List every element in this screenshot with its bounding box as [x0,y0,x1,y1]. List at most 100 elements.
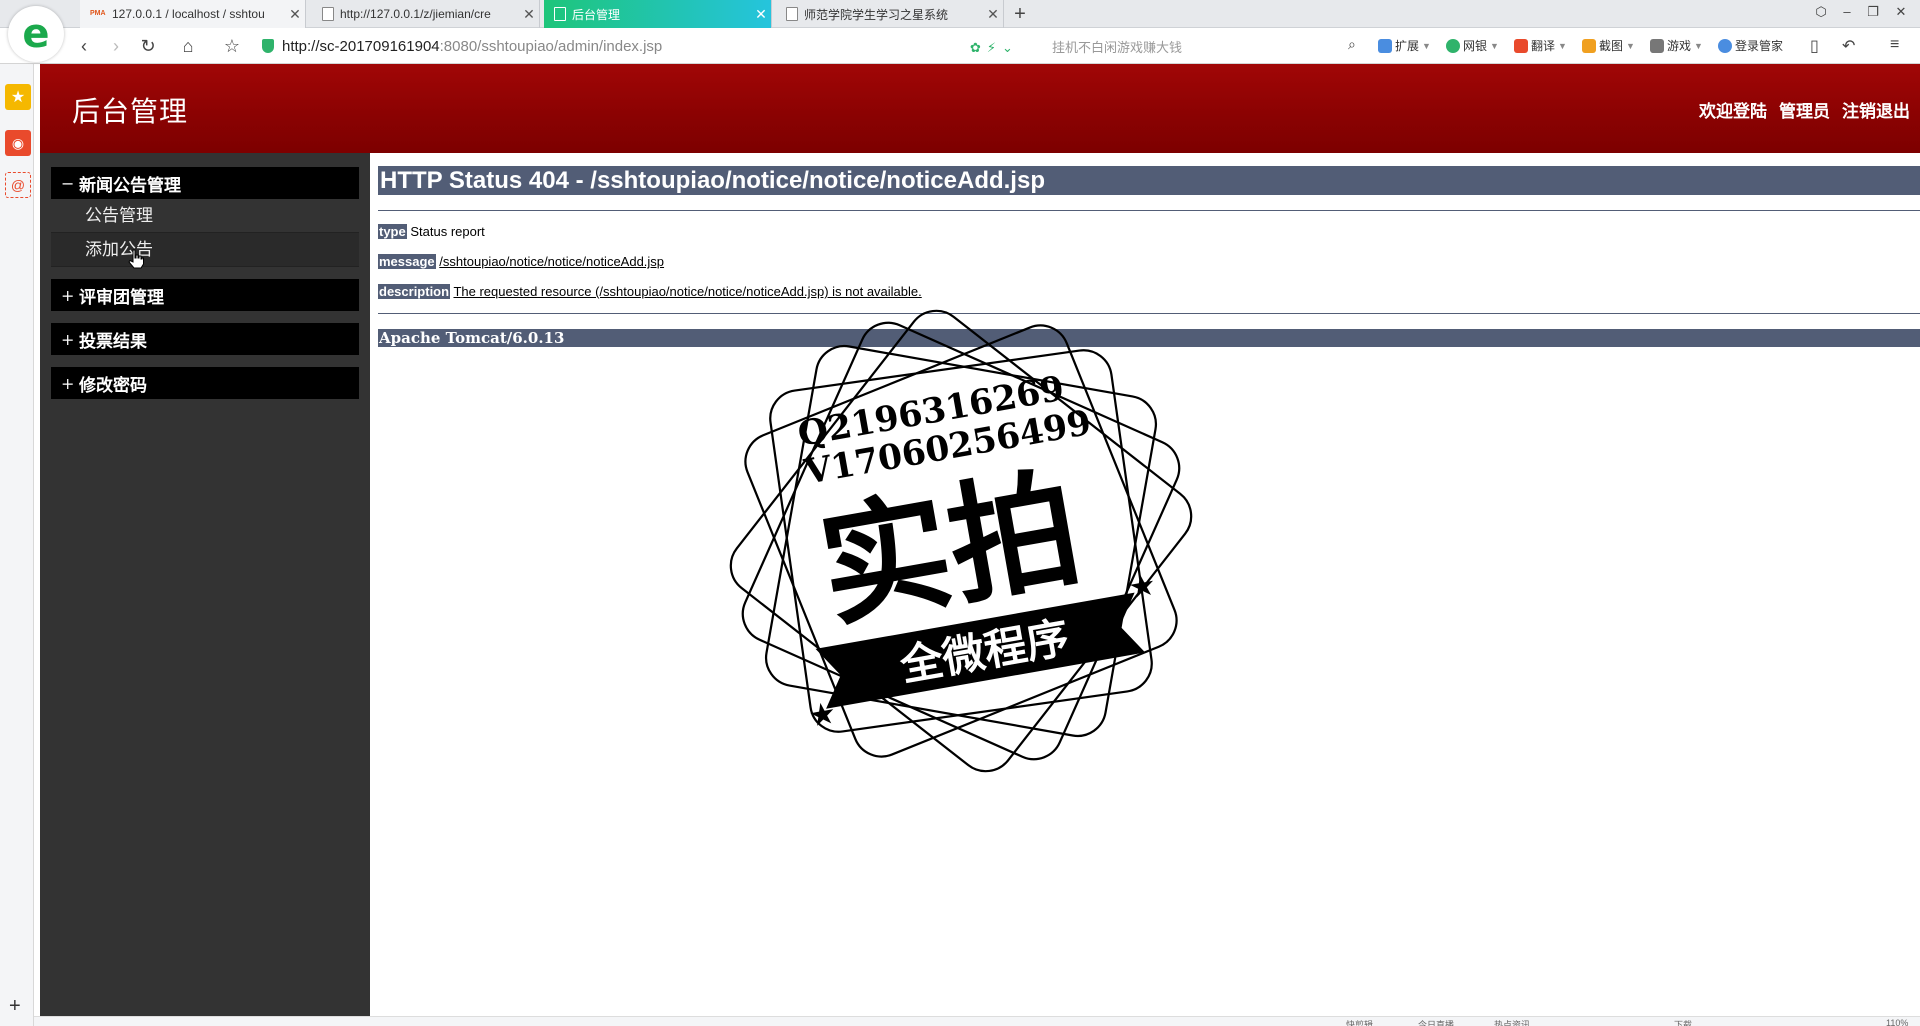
url-path: :8080/sshtoupiao/admin/index.jsp [439,37,663,55]
status-item-download[interactable]: 下载 [1674,1018,1692,1026]
restore-icon[interactable]: ❐ [1862,4,1884,20]
welcome-text: 欢迎登陆 [1699,102,1767,122]
search-box[interactable]: 挂机不白闲游戏赚大钱 [1052,37,1352,56]
tab-jiemian[interactable]: http://127.0.0.1/z/jiemian/cre ✕ [312,0,540,28]
page-icon [322,7,334,21]
browser-logo-icon[interactable]: e [8,6,64,62]
divider [378,313,1920,314]
app-sidebar: − 新闻公告管理 公告管理 添加公告 + 评审团管理 + 投票结果 + 修改密码 [40,153,370,1016]
tab-phpmyadmin[interactable]: PMA 127.0.0.1 / localhost / sshtou ✕ [80,0,306,28]
tab-close-icon[interactable]: ✕ [285,6,305,23]
menu-item-add-notice[interactable]: 添加公告 [51,233,359,267]
phpmyadmin-icon: PMA [90,10,106,17]
browser-side-rail: ★ ◉ @ + [0,64,34,1026]
tab-student-system[interactable]: 师范学院学生学习之星系统 ✕ [776,0,1004,28]
app-header: 后台管理 欢迎登陆 管理员 注销退出 [40,64,1920,153]
menu-head-label: 评审团管理 [79,287,164,308]
divider [378,210,1920,211]
logout-link[interactable]: 注销退出 [1842,97,1910,122]
description-label: description [378,284,451,299]
status-item-live[interactable]: 今日直播 [1418,1018,1454,1026]
user-name: 管理员 [1779,102,1830,122]
error-type-row: type Status report [378,224,485,239]
mail-icon[interactable]: @ [5,172,31,198]
message-label: message [378,254,436,269]
menu-item-notice-management[interactable]: 公告管理 [51,199,359,233]
screenshot-icon [1582,38,1596,53]
address-bar[interactable]: http://sc-201709161904:8080/sshtoupiao/a… [262,33,1022,59]
expand-icon: + [61,329,75,349]
hand-cursor-icon [128,249,144,269]
menu-icon[interactable]: ≡ [1890,36,1899,54]
error-description-row: description The requested resource (/ssh… [378,284,922,299]
menu-head-label: 新闻公告管理 [79,175,181,196]
browser-toolbar: ‹ › ↻ ⌂ ☆ http://sc-201709161904:8080/ss… [0,28,1920,64]
reading-mode-icon[interactable]: ▯ [1810,36,1819,56]
tab-label: 师范学院学生学习之星系统 [804,7,949,22]
games-icon [1650,38,1664,53]
status-item-quick-clip[interactable]: 快剪辑 [1346,1018,1373,1026]
error-title: HTTP Status 404 - /sshtoupiao/notice/not… [378,166,1920,195]
menu-head-label: 投票结果 [79,331,147,352]
forward-icon[interactable]: › [104,34,128,58]
browser-status-bar: 快剪辑 今日直播 热点资讯 下载 110% [34,1016,1920,1026]
menu-group-jury: + 评审团管理 [51,279,359,311]
weibo-icon[interactable]: ◉ [5,130,31,156]
home-icon[interactable]: ⌂ [176,34,200,58]
url-host: http://sc-201709161904 [282,37,440,55]
description-value: The requested resource (/sshtoupiao/noti… [453,284,922,299]
server-info: Apache Tomcat/6.0.13 [378,329,1920,347]
favorites-star-icon[interactable]: ★ [5,84,31,110]
menu-head-label: 修改密码 [79,375,147,396]
status-item-zoom[interactable]: 110% [1886,1018,1908,1026]
back-icon[interactable]: ‹ [72,34,96,58]
search-icon[interactable]: ⌕ [1348,36,1356,53]
menu-head-news[interactable]: − 新闻公告管理 [51,167,359,199]
menu-head-jury[interactable]: + 评审团管理 [51,279,359,311]
tab-admin-active[interactable]: 后台管理 ✕ [544,0,772,28]
page-title: 后台管理 [72,95,189,128]
close-window-icon[interactable]: ✕ [1890,4,1912,20]
extensions-icon [1378,38,1392,53]
page-icon [786,7,798,21]
tab-close-icon[interactable]: ✕ [751,6,771,23]
user-area: 欢迎登陆 管理员 注销退出 [1699,97,1910,122]
status-item-news[interactable]: 热点资讯 [1494,1018,1530,1026]
secure-shield-icon [262,39,274,53]
menu-group-password: + 修改密码 [51,367,359,399]
undo-icon[interactable]: ↶ [1842,36,1855,56]
expand-icon: + [61,373,75,393]
expand-icon: + [61,285,75,305]
screenshot-button[interactable]: 截图 ▼ [1582,37,1635,54]
collapse-icon: − [61,173,75,193]
menu-head-change-password[interactable]: + 修改密码 [51,367,359,399]
tab-label: 127.0.0.1 / localhost / sshtou [112,7,265,21]
skin-icon[interactable]: ⬡ [1810,4,1832,20]
browser-logo-letter: e [22,11,50,57]
bookmark-star-icon[interactable]: ☆ [220,34,244,58]
tab-label: http://127.0.0.1/z/jiemian/cre [340,7,491,21]
login-manager-button[interactable]: 登录管家 [1718,37,1783,54]
new-tab-plus-icon[interactable]: + [1008,2,1032,26]
online-banking-icon [1446,38,1460,53]
content-frame: HTTP Status 404 - /sshtoupiao/notice/not… [370,153,1920,1016]
browser-tab-strip: PMA 127.0.0.1 / localhost / sshtou ✕ htt… [0,0,1920,28]
minimize-icon[interactable]: – [1836,4,1858,19]
reload-icon[interactable]: ↻ [136,34,160,58]
games-button[interactable]: 游戏 ▼ [1650,37,1703,54]
type-value: Status report [410,224,485,239]
login-manager-icon [1718,38,1732,53]
speed-mode-icon[interactable]: ✿⚡⌄ [970,40,1019,56]
page-icon [554,7,566,21]
online-banking-button[interactable]: 网银 ▼ [1446,37,1499,54]
menu-group-vote-results: + 投票结果 [51,323,359,355]
translate-button[interactable]: 翻译 ▼ [1514,37,1567,54]
tab-close-icon[interactable]: ✕ [519,6,539,23]
type-label: type [378,224,407,239]
message-value: /sshtoupiao/notice/notice/noticeAdd.jsp [439,254,665,269]
extensions-button[interactable]: 扩展 ▼ [1378,37,1431,54]
menu-head-vote-results[interactable]: + 投票结果 [51,323,359,355]
tab-close-icon[interactable]: ✕ [983,6,1003,23]
menu-group-news: − 新闻公告管理 公告管理 添加公告 [51,167,359,267]
add-sidebar-app-icon[interactable]: + [9,995,21,1018]
